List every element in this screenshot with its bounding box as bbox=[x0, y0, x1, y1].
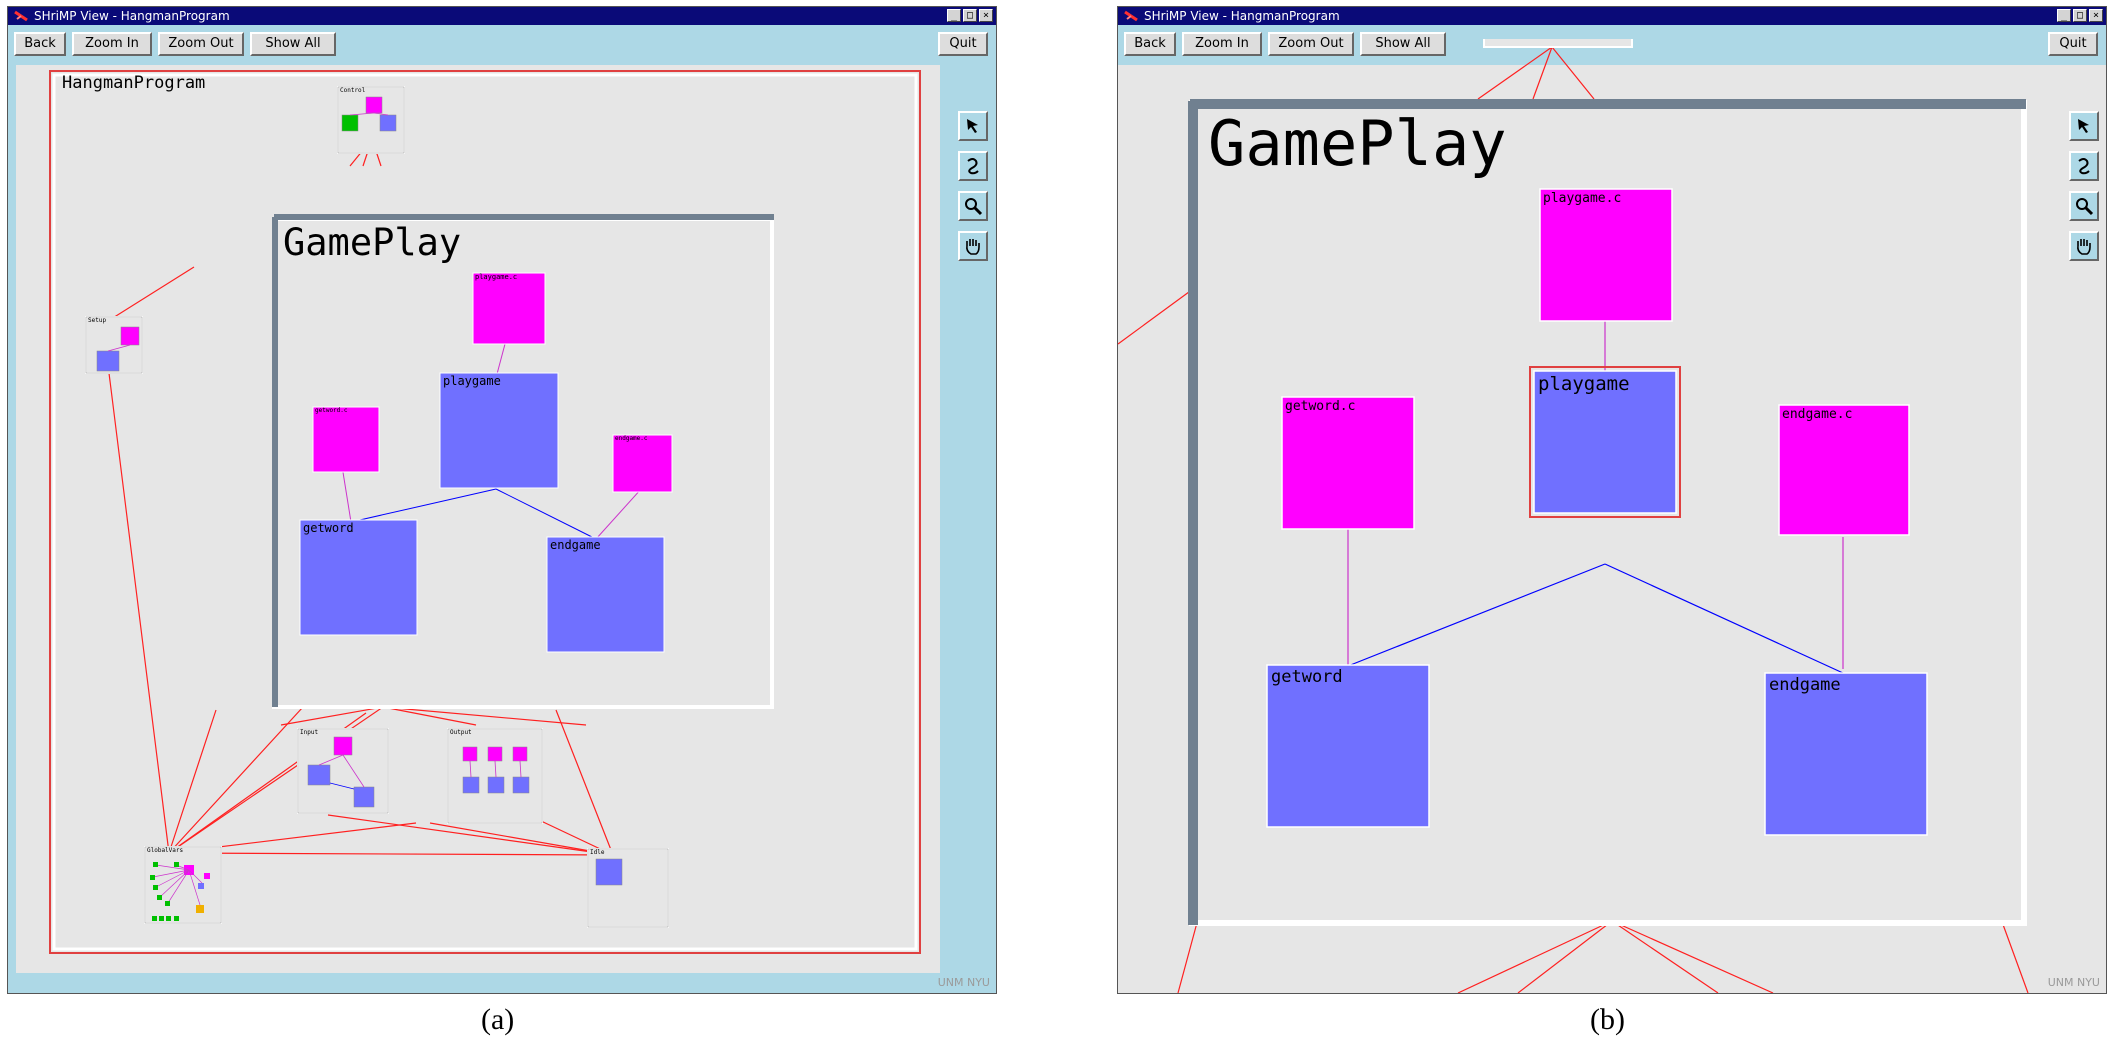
arrow-select-icon bbox=[2078, 119, 2089, 133]
output-node bbox=[447, 728, 543, 824]
corner-watermark: UNM NYU bbox=[2047, 976, 2100, 989]
select-tool-button[interactable] bbox=[2069, 111, 2099, 141]
zoom-in-button[interactable]: Zoom In bbox=[72, 32, 152, 56]
getword-node bbox=[1266, 664, 1430, 828]
endgame-node bbox=[1764, 672, 1928, 836]
gameplay-label: GamePlay bbox=[283, 221, 462, 264]
playgame-c-label: playgame.c bbox=[475, 273, 518, 281]
show-all-button[interactable]: Show All bbox=[250, 32, 336, 56]
pan-tool-button[interactable] bbox=[2069, 231, 2099, 261]
back-button[interactable]: Back bbox=[14, 32, 66, 56]
zoom-tool-button[interactable] bbox=[958, 191, 988, 221]
hand-pan-icon bbox=[2077, 239, 2091, 255]
getword-node bbox=[299, 519, 418, 636]
endgame-c-label: endgame.c bbox=[1782, 407, 1853, 422]
title-bar: SHriMP View - HangmanProgram _ □ × bbox=[1118, 7, 2106, 25]
shrimp-window-a: SHriMP View - HangmanProgram _ □ × Back … bbox=[7, 6, 997, 994]
graph-canvas[interactable]: GamePlay playgame.c playgame getword.c g… bbox=[1118, 39, 2106, 993]
caption-a: (a) bbox=[481, 1003, 515, 1036]
curve-lasso-icon bbox=[2078, 158, 2090, 175]
root-label: HangmanProgram bbox=[62, 73, 206, 93]
gameplay-label: GamePlay bbox=[1208, 107, 1507, 180]
getword-c-label: getword.c bbox=[315, 407, 348, 414]
getword-label: getword bbox=[303, 521, 354, 535]
magnifier-icon bbox=[2076, 198, 2094, 216]
endgame-label: endgame bbox=[1769, 675, 1841, 695]
getword-c-label: getword.c bbox=[1285, 399, 1356, 414]
control-label: Control bbox=[340, 87, 366, 94]
endgame-node bbox=[546, 536, 665, 653]
minimize-button[interactable]: _ bbox=[2057, 9, 2071, 22]
playgame-c-node bbox=[472, 272, 546, 345]
playgame-c-node bbox=[1539, 188, 1673, 322]
minimize-button[interactable]: _ bbox=[947, 9, 961, 22]
quit-button[interactable]: Quit bbox=[938, 32, 988, 56]
graph-drawing bbox=[49, 70, 921, 954]
setup-label: Setup bbox=[88, 317, 107, 324]
playgame-label: playgame bbox=[443, 374, 501, 388]
maximize-button[interactable]: □ bbox=[963, 9, 977, 22]
zoom-out-button[interactable]: Zoom Out bbox=[158, 32, 244, 56]
select-tool-button[interactable] bbox=[958, 111, 988, 141]
bottom-border-strip bbox=[8, 971, 996, 993]
arrow-select-icon bbox=[967, 119, 978, 133]
endgame-c-node bbox=[612, 434, 673, 493]
curve-tool-button[interactable] bbox=[958, 151, 988, 181]
pan-tool-button[interactable] bbox=[958, 231, 988, 261]
toolbar: Back Zoom In Zoom Out Show All Quit bbox=[8, 25, 996, 65]
window-title: SHriMP View - HangmanProgram bbox=[34, 9, 230, 23]
playgame-label: playgame bbox=[1538, 373, 1630, 395]
zoom-tool-button[interactable] bbox=[2069, 191, 2099, 221]
curve-lasso-icon bbox=[967, 158, 979, 175]
close-button[interactable]: × bbox=[2089, 9, 2103, 22]
getword-c-node bbox=[1281, 396, 1415, 530]
playgame-c-label: playgame.c bbox=[1543, 191, 1622, 206]
globalvars-label: GlobalVars bbox=[147, 847, 184, 854]
output-label: Output bbox=[450, 729, 472, 736]
shrimp-window-b: SHriMP View - HangmanProgram _ □ × Back … bbox=[1117, 6, 2107, 994]
caption-b: (b) bbox=[1590, 1003, 1625, 1036]
magnifier-icon bbox=[965, 198, 983, 216]
graph-drawing bbox=[1118, 39, 2029, 993]
left-border-strip bbox=[8, 65, 16, 993]
endgame-c-label: endgame.c bbox=[615, 435, 648, 442]
app-logo-icon bbox=[14, 10, 28, 22]
app-logo-icon bbox=[1124, 10, 1138, 22]
playgame-node bbox=[439, 372, 559, 489]
close-button[interactable]: × bbox=[979, 9, 993, 22]
endgame-c-node bbox=[1778, 404, 1910, 536]
input-label: Input bbox=[300, 729, 319, 736]
endgame-label: endgame bbox=[550, 538, 601, 552]
getword-label: getword bbox=[1271, 667, 1343, 687]
getword-c-node bbox=[312, 406, 380, 473]
title-bar: SHriMP View - HangmanProgram _ □ × bbox=[8, 7, 996, 25]
hand-pan-icon bbox=[966, 239, 980, 255]
idle-label: Idle bbox=[590, 849, 605, 856]
curve-tool-button[interactable] bbox=[2069, 151, 2099, 181]
corner-watermark: UNM NYU bbox=[937, 976, 990, 989]
graph-canvas[interactable]: HangmanProgram GamePlay Control Setup In… bbox=[16, 65, 940, 973]
maximize-button[interactable]: □ bbox=[2073, 9, 2087, 22]
window-title: SHriMP View - HangmanProgram bbox=[1144, 9, 1340, 23]
